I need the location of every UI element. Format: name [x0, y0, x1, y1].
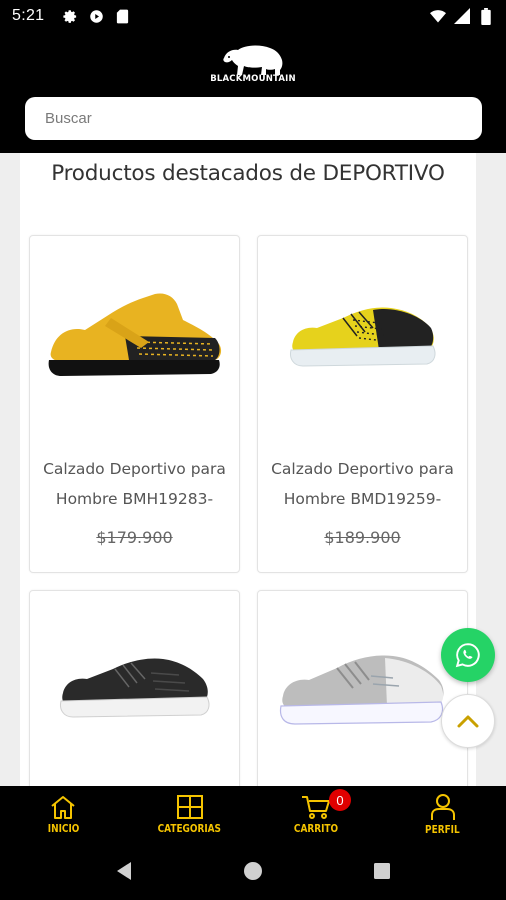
battery-icon	[478, 7, 494, 25]
product-card[interactable]	[257, 590, 468, 786]
nav-item-perfil[interactable]: PERFIL	[380, 786, 506, 842]
app-header: BLACKMOUNTAIN	[0, 32, 506, 153]
scroll-top-button[interactable]	[441, 694, 495, 748]
whatsapp-icon	[455, 643, 480, 668]
user-icon	[430, 793, 455, 820]
product-name[interactable]: Calzado Deportivo para Hombre BMH19283-	[36, 454, 233, 514]
status-bar: 5:21	[0, 0, 506, 32]
product-card[interactable]: Calzado Deportivo para Hombre BMH19283- …	[29, 235, 240, 573]
home-circle-icon[interactable]	[243, 861, 263, 881]
nav-label: CATEGORIAS	[158, 822, 222, 835]
system-nav-bar	[0, 842, 506, 900]
recents-square-icon[interactable]	[373, 862, 391, 880]
bottom-navigation: INICIO CATEGORIAS CARRITO 0 PERFIL	[0, 786, 506, 842]
product-image[interactable]	[30, 591, 239, 786]
main-content[interactable]: Productos destacados de DEPORTIVO Calzad…	[0, 153, 506, 786]
nav-item-categorias[interactable]: CATEGORIAS	[127, 786, 254, 842]
search-box[interactable]	[25, 97, 482, 140]
cart-icon	[302, 795, 331, 819]
nav-item-inicio[interactable]: INICIO	[0, 786, 127, 842]
cart-count-badge: 0	[329, 789, 351, 811]
featured-panel: Productos destacados de DEPORTIVO Calzad…	[20, 153, 476, 786]
product-price: $179.900	[96, 528, 173, 547]
section-title: Productos destacados de DEPORTIVO	[51, 161, 445, 186]
product-card[interactable]	[29, 590, 240, 786]
product-price: $189.900	[324, 528, 401, 547]
status-time: 5:21	[12, 7, 45, 24]
product-image[interactable]	[258, 236, 467, 446]
home-icon	[51, 795, 75, 819]
wifi-icon	[430, 8, 446, 24]
brand-name: BLACKMOUNTAIN	[210, 74, 296, 84]
gear-icon	[62, 8, 78, 24]
back-icon[interactable]	[115, 861, 133, 881]
signal-icon	[454, 8, 470, 24]
chevron-up-icon	[457, 715, 479, 728]
bear-icon	[223, 45, 283, 75]
product-card[interactable]: Calzado Deportivo para Hombre BMD19259- …	[257, 235, 468, 573]
nav-item-carrito[interactable]: CARRITO 0	[253, 786, 380, 842]
whatsapp-button[interactable]	[441, 628, 495, 682]
product-image[interactable]	[258, 591, 467, 786]
brand-logo[interactable]: BLACKMOUNTAIN	[0, 42, 506, 84]
nav-label: PERFIL	[425, 823, 461, 836]
grid-icon	[176, 794, 203, 819]
product-image[interactable]	[30, 236, 239, 446]
play-icon	[88, 8, 104, 24]
product-name[interactable]: Calzado Deportivo para Hombre BMD19259-	[264, 454, 461, 514]
nav-label: CARRITO	[294, 822, 339, 835]
sd-card-icon	[114, 8, 130, 24]
search-input[interactable]	[45, 110, 482, 127]
nav-label: INICIO	[47, 822, 80, 835]
